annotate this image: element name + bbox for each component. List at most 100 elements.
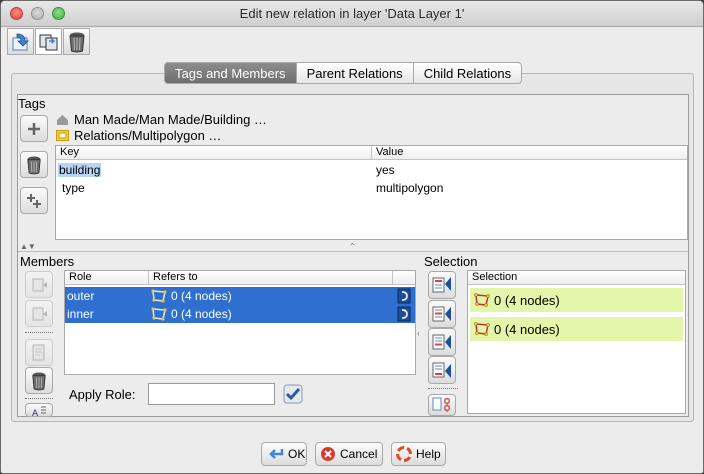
apply-role-input[interactable] xyxy=(148,383,275,405)
cancel-button[interactable]: Cancel xyxy=(315,442,383,466)
member-refers-text: 0 (4 nodes) xyxy=(171,289,232,303)
ok-button[interactable]: OK xyxy=(261,442,307,466)
tag-key-cell[interactable]: building xyxy=(56,162,372,177)
trash-icon xyxy=(32,372,46,390)
preset-building[interactable]: Man Made/Man Made/Building … xyxy=(56,112,267,127)
ok-icon xyxy=(266,446,284,462)
role-column-header[interactable]: Role xyxy=(65,271,149,284)
duplicate-relation-icon xyxy=(39,34,57,50)
document-icon xyxy=(32,344,45,360)
sort-members-button[interactable]: A xyxy=(25,403,53,417)
splitter-handle-icon[interactable]: ⌃ xyxy=(349,242,356,251)
help-button[interactable]: Help xyxy=(391,442,446,466)
move-up-button[interactable] xyxy=(25,271,53,298)
key-column-header[interactable]: Key xyxy=(56,146,372,159)
separator xyxy=(25,332,53,333)
link-bracket-icon xyxy=(397,306,411,322)
relation-toolbar xyxy=(7,28,91,56)
add-at-start-icon xyxy=(432,277,451,293)
tags-table-header: Key Value xyxy=(56,146,687,160)
preset-multipolygon[interactable]: Relations/Multipolygon … xyxy=(56,128,221,143)
member-row[interactable]: inner 0 (4 nodes) xyxy=(65,305,415,323)
add-tag-button[interactable] xyxy=(20,115,48,142)
member-role-cell[interactable]: outer xyxy=(65,289,149,303)
tab-parent-relations[interactable]: Parent Relations xyxy=(296,62,414,84)
refers-to-column-header[interactable]: Refers to xyxy=(149,271,393,284)
add-selected-before-button[interactable] xyxy=(428,300,456,328)
selection-column-header[interactable]: Selection xyxy=(468,271,685,284)
link-bracket-icon xyxy=(397,288,411,304)
paste-tags-button[interactable] xyxy=(20,187,48,214)
link-column-header xyxy=(393,271,415,284)
trash-icon xyxy=(68,32,85,52)
tag-value-cell[interactable]: multipolygon xyxy=(372,181,687,195)
member-role-cell[interactable]: inner xyxy=(65,307,149,321)
apply-to-layer-icon xyxy=(12,33,29,50)
tab-child-relations[interactable]: Child Relations xyxy=(413,62,523,84)
cancel-icon xyxy=(320,446,336,462)
add-selected-at-end-button[interactable] xyxy=(428,356,456,384)
edit-member-button[interactable] xyxy=(25,339,53,366)
add-after-selection-icon xyxy=(432,334,451,350)
help-lifebuoy-icon xyxy=(396,446,412,462)
tab-bar: Tags and Members Parent Relations Child … xyxy=(164,62,523,84)
separator xyxy=(25,398,53,399)
add-selected-after-button[interactable] xyxy=(428,328,456,356)
relation-members-icon xyxy=(432,397,450,412)
preset-multipolygon-label: Relations/Multipolygon … xyxy=(74,128,222,143)
tags-table[interactable]: Key Value building yes type multipolygon xyxy=(55,145,688,240)
move-down-button[interactable] xyxy=(25,300,53,327)
member-row[interactable]: outer 0 (4 nodes) xyxy=(65,287,415,305)
members-table-header: Role Refers to xyxy=(65,271,415,285)
member-refers-text: 0 (4 nodes) xyxy=(171,307,232,321)
selection-table[interactable]: Selection 0 (4 nodes) 0 (4 nodes) xyxy=(467,270,686,414)
preset-building-label: Man Made/Man Made/Building … xyxy=(74,112,267,127)
selection-item-text: 0 (4 nodes) xyxy=(494,321,560,337)
select-in-relation-button[interactable] xyxy=(428,394,456,416)
tag-value-cell[interactable]: yes xyxy=(372,163,687,177)
trash-icon xyxy=(27,156,41,174)
member-link-cell[interactable] xyxy=(393,288,415,304)
members-table[interactable]: Role Refers to outer 0 (4 nodes) inner 0… xyxy=(64,270,416,375)
multi-plus-icon xyxy=(27,193,41,208)
way-icon xyxy=(474,293,490,307)
tag-key-text: building xyxy=(58,162,102,177)
multipolygon-icon xyxy=(56,130,69,141)
svg-text:A: A xyxy=(32,409,39,417)
apply-to-layer-button[interactable] xyxy=(7,28,34,55)
apply-role-button[interactable] xyxy=(283,384,303,404)
collapse-tags-arrows[interactable]: ▲▼ xyxy=(20,242,36,251)
selection-row[interactable]: 0 (4 nodes) xyxy=(470,317,683,341)
member-refers-cell[interactable]: 0 (4 nodes) xyxy=(149,307,393,321)
tag-key-cell[interactable]: type xyxy=(56,181,372,195)
horizontal-splitter-handle[interactable]: ‹ xyxy=(417,329,420,338)
selection-item-text: 0 (4 nodes) xyxy=(494,292,560,308)
way-icon xyxy=(151,307,167,321)
ok-button-label: OK xyxy=(288,447,306,461)
selection-row[interactable]: 0 (4 nodes) xyxy=(470,288,683,312)
tab-tags-and-members[interactable]: Tags and Members xyxy=(164,62,297,84)
tags-section-label: Tags xyxy=(18,96,46,111)
cancel-button-label: Cancel xyxy=(340,447,378,461)
delete-tag-button[interactable] xyxy=(20,151,48,178)
selection-table-header: Selection xyxy=(468,271,685,285)
member-refers-cell[interactable]: 0 (4 nodes) xyxy=(149,289,393,303)
selection-section-label: Selection xyxy=(424,254,478,269)
move-down-icon xyxy=(32,307,47,320)
sort-icon: A xyxy=(32,406,46,417)
delete-member-button[interactable] xyxy=(25,367,53,394)
way-icon xyxy=(474,322,490,336)
tag-row[interactable]: type multipolygon xyxy=(56,179,687,197)
tag-row[interactable]: building yes xyxy=(56,160,687,179)
delete-relation-button[interactable] xyxy=(63,28,90,55)
help-button-label: Help xyxy=(416,447,441,461)
member-link-cell[interactable] xyxy=(393,306,415,322)
plus-icon xyxy=(28,122,40,135)
add-at-end-icon xyxy=(432,362,451,378)
duplicate-relation-button[interactable] xyxy=(35,28,62,55)
section-divider xyxy=(18,251,688,252)
value-column-header[interactable]: Value xyxy=(372,146,687,159)
window-title: Edit new relation in layer 'Data Layer 1… xyxy=(239,6,465,21)
add-before-selection-icon xyxy=(432,306,451,322)
add-selected-at-start-button[interactable] xyxy=(428,271,456,299)
